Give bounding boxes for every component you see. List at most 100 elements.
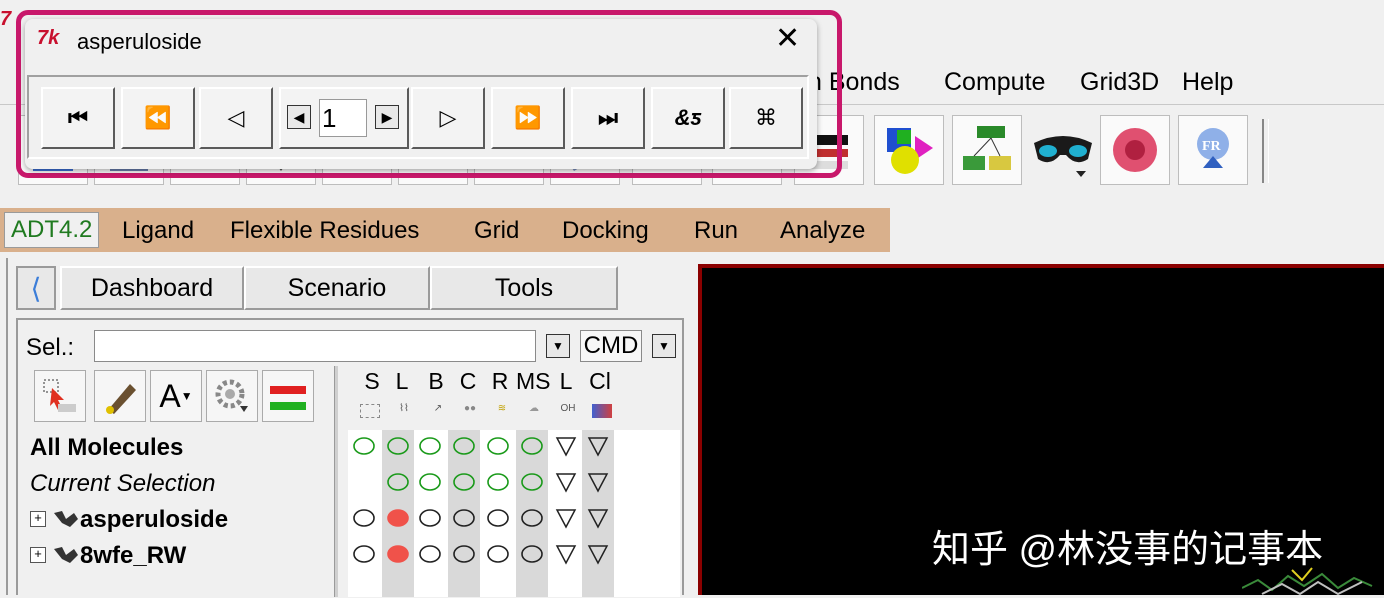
display-toggle-circle-green[interactable] — [419, 437, 441, 455]
tk-logo-icon: 7 — [0, 8, 12, 30]
display-toggle-circle-green[interactable] — [487, 473, 509, 491]
tab-dashboard[interactable]: Dashboard — [60, 266, 244, 310]
prev-frame-arrow-icon[interactable]: ◀ — [287, 105, 311, 129]
col-header-l[interactable]: L — [386, 368, 418, 395]
display-toggle-circle[interactable] — [521, 545, 543, 563]
select-tool-icon[interactable] — [34, 370, 86, 422]
fr-logo-icon[interactable]: FR — [1178, 115, 1248, 185]
display-toggle-circle[interactable] — [487, 509, 509, 527]
frame-number-input[interactable]: 1 — [319, 99, 367, 137]
menu-grid3d[interactable]: Grid3D — [1080, 68, 1159, 97]
display-toggle-circle-green[interactable] — [521, 473, 543, 491]
col-header-c[interactable]: C — [452, 368, 484, 395]
display-toggle-circle-green[interactable] — [521, 437, 543, 455]
col-header-s[interactable]: S — [356, 368, 388, 395]
collapse-panel-button[interactable]: ⟨ — [16, 266, 56, 310]
ribbon-icon: ≋ — [497, 403, 507, 414]
expand-icon[interactable]: + — [30, 511, 46, 527]
col-header-l2[interactable]: L — [550, 368, 582, 395]
tk-logo-icon: 7k — [37, 27, 60, 49]
display-toggle-circle[interactable] — [453, 509, 475, 527]
sequence-tool-icon[interactable] — [262, 370, 314, 422]
cpk-icon: ●● — [463, 403, 477, 414]
col-header-cl[interactable]: Cl — [584, 368, 616, 395]
fast-back-button[interactable]: ⏪ — [121, 87, 195, 149]
display-toggle-circle[interactable] — [453, 545, 475, 563]
menu-adt42[interactable]: ADT4.2 — [4, 212, 100, 248]
display-toggle-circle[interactable] — [487, 545, 509, 563]
menu-run[interactable]: Run — [694, 217, 738, 245]
column-header-area: S L B C R MS L Cl ⌇⌇ ↗ ●● ≋ ☁ OH — [348, 320, 680, 430]
tab-tools[interactable]: Tools — [430, 266, 618, 310]
fast-forward-button[interactable]: ⏩ — [491, 87, 565, 149]
molecule-render — [1242, 567, 1373, 596]
toolbar-separator — [1262, 119, 1269, 183]
tab-scenario[interactable]: Scenario — [244, 266, 430, 310]
lines-icon: ⌇⌇ — [399, 403, 409, 414]
display-toggle-circle-green[interactable] — [487, 437, 509, 455]
display-toggle-circle-green[interactable] — [387, 437, 409, 455]
player-window-highlight: 7k asperuloside ✕ ⏮ ⏪ ◁ ◀ 1 ▶ ▷ ⏩ ⏭ &ƽ ⌘ — [16, 10, 842, 178]
display-toggle-circle[interactable] — [353, 509, 375, 527]
display-toggle-triangle[interactable] — [555, 437, 577, 457]
menu-compute[interactable]: Compute — [944, 68, 1045, 97]
display-toggle-circle-green[interactable] — [353, 437, 375, 455]
display-toggle-dot-red[interactable] — [387, 509, 409, 527]
pencil-tool-icon[interactable] — [94, 370, 146, 422]
display-toggle-circle-green[interactable] — [387, 473, 409, 491]
settings-button[interactable]: ⌘ — [729, 87, 803, 149]
menu-grid[interactable]: Grid — [474, 217, 519, 245]
dashboard-content: Sel.: ▼ CMD ▼ A ▼ S L B C R MS L Cl ⌇⌇ ↗… — [16, 318, 684, 597]
tree-asperuloside[interactable]: + asperuloside — [30, 502, 330, 538]
display-toggle-circle-green[interactable] — [453, 473, 475, 491]
tree-all-molecules[interactable]: All Molecules — [30, 430, 330, 466]
display-toggle-circle[interactable] — [521, 509, 543, 527]
display-toggle-triangle[interactable] — [555, 545, 577, 565]
surface-icon: ☁ — [529, 403, 539, 414]
label-tool-icon[interactable]: A ▼ — [150, 370, 202, 422]
close-icon[interactable]: ✕ — [775, 21, 800, 57]
display-toggle-triangle[interactable] — [555, 509, 577, 529]
expand-icon[interactable]: + — [30, 547, 46, 563]
molecule-tree: All Molecules Current Selection + asperul… — [30, 430, 330, 574]
menu-help[interactable]: Help — [1182, 68, 1233, 97]
last-frame-button[interactable]: ⏭ — [571, 87, 645, 149]
dashboard-panel: ⟨ Dashboard Scenario Tools Sel.: ▼ CMD ▼… — [6, 258, 692, 597]
stereo-glasses-icon[interactable] — [1030, 129, 1096, 184]
tree-current-selection[interactable]: Current Selection — [30, 466, 330, 502]
tree-8wfe-rw[interactable]: +8wfe_RW — [30, 538, 330, 574]
display-toggle-circle[interactable] — [419, 509, 441, 527]
state-grid-svg — [353, 437, 609, 565]
display-toggle-circle-green[interactable] — [419, 473, 441, 491]
display-toggle-triangle[interactable] — [587, 473, 609, 493]
menu-docking[interactable]: Docking — [562, 217, 649, 245]
display-toggle-triangle[interactable] — [555, 473, 577, 493]
surface-render-icon[interactable] — [1100, 115, 1170, 185]
selection-icon — [360, 404, 380, 418]
display-toggle-triangle[interactable] — [587, 509, 609, 529]
display-toggle-triangle[interactable] — [587, 545, 609, 565]
display-toggle-triangle[interactable] — [587, 437, 609, 457]
first-frame-button[interactable]: ⏮ — [41, 87, 115, 149]
bonds-icon: ↗ — [433, 403, 443, 414]
menu-ligand[interactable]: Ligand — [122, 217, 194, 245]
display-toggle-dot-red[interactable] — [387, 545, 409, 563]
colored-shapes-icon[interactable] — [874, 115, 944, 185]
play-back-button[interactable]: ◁ — [199, 87, 273, 149]
next-frame-arrow-icon[interactable]: ▶ — [375, 105, 399, 129]
col-header-ms[interactable]: MS — [516, 368, 551, 395]
col-header-b[interactable]: B — [420, 368, 452, 395]
display-toggle-circle-green[interactable] — [453, 437, 475, 455]
col-header-r[interactable]: R — [484, 368, 516, 395]
menu-flexible-residues[interactable]: Flexible Residues — [230, 217, 419, 245]
display-toggle-circle[interactable] — [353, 545, 375, 563]
player-controls: ⏮ ⏪ ◁ ◀ 1 ▶ ▷ ⏩ ⏭ &ƽ ⌘ — [27, 75, 809, 159]
display-toggle-circle[interactable] — [419, 545, 441, 563]
3d-viewer[interactable]: 知乎 @林没事的记事本 — [698, 264, 1384, 596]
gear-tool-icon[interactable] — [206, 370, 258, 422]
sel-label: Sel.: — [26, 334, 75, 361]
tree-graph-icon[interactable] — [952, 115, 1022, 185]
play-forward-button[interactable]: ▷ — [411, 87, 485, 149]
menu-analyze[interactable]: Analyze — [780, 217, 865, 245]
loop-mode-button[interactable]: &ƽ — [651, 87, 725, 149]
